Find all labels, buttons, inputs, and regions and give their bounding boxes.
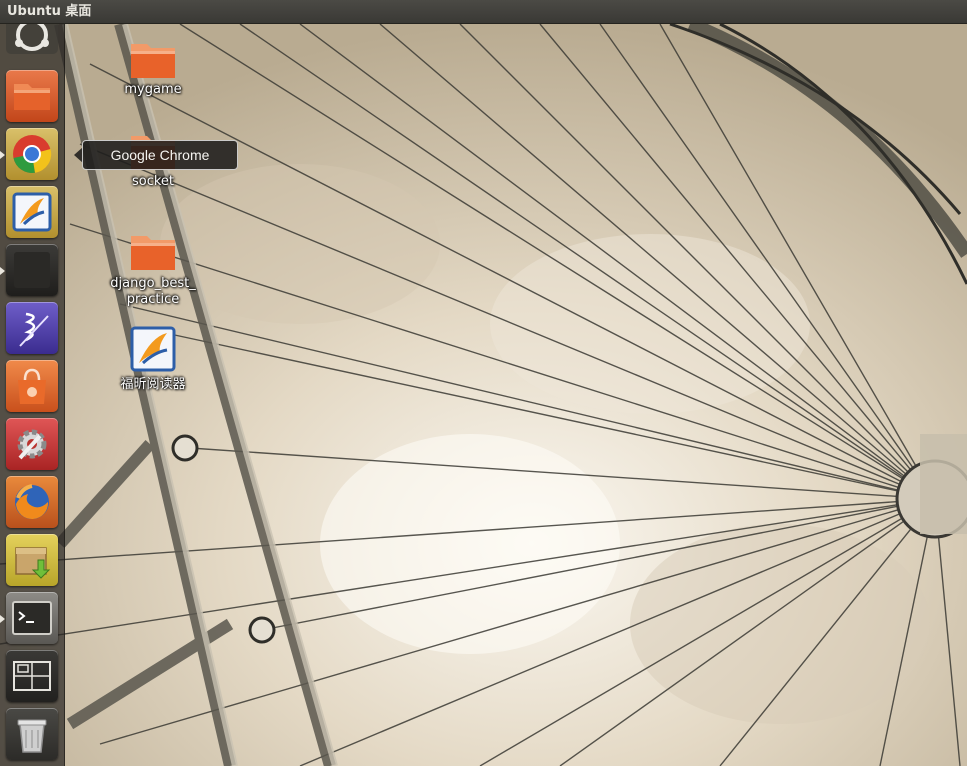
launcher-item-home-folder[interactable] [6, 70, 58, 122]
launcher-item-foxit-reader[interactable] [6, 186, 58, 238]
launcher-item-firefox[interactable] [6, 476, 58, 528]
firefox-icon [15, 484, 49, 520]
launcher-item-trash[interactable] [6, 708, 58, 760]
settings-icon [17, 429, 47, 460]
desktop-icon-django-best-practice[interactable]: django_best_ practice [103, 232, 203, 308]
trash-icon [17, 719, 47, 753]
dark-app-icon [14, 252, 50, 288]
panel-title: Ubuntu 桌面 [7, 4, 92, 19]
folder-icon [131, 236, 175, 270]
chrome-icon [13, 135, 52, 174]
foxit-icon [130, 326, 176, 372]
folder-icon [14, 84, 50, 110]
top-panel: Ubuntu 桌面 [0, 0, 967, 24]
desktop-icon-label: socket [131, 174, 175, 189]
desktop-icon-foxit-reader[interactable]: 福昕阅读器 [103, 325, 203, 393]
launcher [0, 16, 65, 766]
workspaces-icon [13, 661, 51, 691]
desktop-icon-mygame[interactable]: mygame [103, 40, 203, 98]
running-indicator [0, 267, 5, 275]
launcher-item-archive-manager[interactable] [6, 534, 58, 586]
launcher-item-terminal[interactable] [6, 592, 58, 644]
terminal-icon [12, 601, 52, 635]
running-indicator [0, 151, 5, 159]
launcher-item-software-center[interactable] [6, 360, 58, 412]
launcher-tooltip: Google Chrome [74, 140, 238, 170]
desktop-icon-label: 福昕阅读器 [120, 377, 186, 392]
desktop-icon-label-line2: practice [126, 292, 180, 307]
launcher-item-google-chrome[interactable] [6, 128, 58, 180]
package-icon [15, 547, 51, 579]
desktop-icon-label: mygame [124, 82, 182, 97]
tooltip-label: Google Chrome [82, 140, 238, 170]
foxit-icon [12, 192, 52, 232]
desktop-icon-label: django_best_ [110, 276, 196, 291]
emacs-icon [19, 312, 49, 347]
folder-icon [131, 44, 175, 78]
shopping-bag-icon [18, 368, 46, 404]
running-indicator [0, 615, 5, 623]
launcher-item-running-app[interactable] [6, 244, 58, 296]
launcher-item-system-settings[interactable] [6, 418, 58, 470]
launcher-item-workspace-switcher[interactable] [6, 650, 58, 702]
launcher-item-emacs[interactable] [6, 302, 58, 354]
